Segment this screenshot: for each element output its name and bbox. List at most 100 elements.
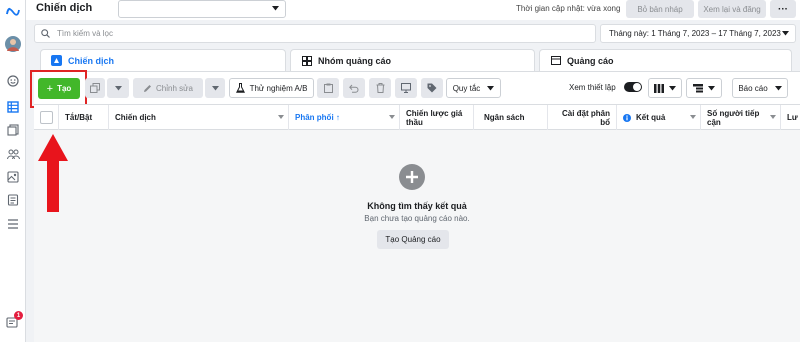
- column-header-label: Chiến dịch: [115, 113, 156, 122]
- search-filter-bar[interactable]: [34, 24, 596, 43]
- account-select[interactable]: [118, 0, 286, 18]
- select-all-checkbox[interactable]: [40, 111, 53, 124]
- undo-button[interactable]: [343, 78, 365, 98]
- column-header-label: Phân phối ↑: [295, 113, 340, 122]
- audiences-icon[interactable]: [5, 146, 21, 162]
- plus-icon: +: [46, 82, 54, 95]
- column-header-bid-strategy[interactable]: Chiến lược giá thầu: [400, 105, 474, 130]
- discard-drafts-button[interactable]: Bỏ bản nháp: [626, 0, 694, 18]
- clipboard-icon: [323, 83, 333, 93]
- column-header-impressions[interactable]: Lư: [781, 105, 800, 130]
- tag-button[interactable]: [421, 78, 443, 98]
- create-button-label: Tạo: [57, 84, 72, 93]
- columns-dropdown[interactable]: [648, 78, 682, 98]
- folder-icon: [51, 55, 62, 66]
- arrow-up-annotation-icon: [38, 134, 68, 212]
- view-setup-label: Xem thiết lập: [569, 83, 616, 92]
- tab-label: Nhóm quảng cáo: [318, 55, 392, 66]
- tab-ad-sets[interactable]: Nhóm quảng cáo: [290, 49, 535, 71]
- rules-label: Quy tắc: [452, 83, 481, 93]
- chevron-down-icon: [669, 85, 676, 90]
- ad-icon: [550, 55, 561, 66]
- table-body-empty: Không tìm thấy kết quả Bạn chưa tạo quản…: [34, 130, 800, 342]
- duplicate-dropdown-button[interactable]: [107, 78, 129, 98]
- duplicate-icon: [90, 83, 100, 93]
- page-title: Chiến dịch: [36, 2, 93, 14]
- column-header-reach[interactable]: Số người tiếp cận: [701, 105, 781, 130]
- column-header-budget[interactable]: Ngân sách: [474, 105, 548, 130]
- empty-state-title: Không tìm thấy kết quả: [367, 201, 467, 211]
- info-icon: [623, 113, 631, 122]
- tab-ads[interactable]: Quảng cáo: [539, 49, 792, 71]
- avatar[interactable]: [5, 36, 21, 52]
- tab-label: Quảng cáo: [567, 55, 614, 66]
- notification-badge: 1: [14, 311, 23, 320]
- toolbar: + Tạo Chỉnh sửa Thử nghiệm A/B Quy tắc X…: [30, 70, 800, 108]
- tab-campaigns[interactable]: Chiến dịch: [40, 49, 286, 71]
- search-input[interactable]: [57, 27, 577, 40]
- column-header-label: Lư: [787, 113, 798, 122]
- ads-manager: 1 Chiến dịch Thời gian cập nhật: vừa xon…: [0, 0, 800, 342]
- table-header: Tắt/Bật Chiến dịch Phân phối ↑ Chiến lượ…: [34, 104, 800, 130]
- column-header-delivery[interactable]: Phân phối ↑: [289, 105, 400, 130]
- grid-icon: [301, 55, 312, 66]
- column-header-label: Kết quả: [636, 113, 666, 122]
- breakdown-dropdown[interactable]: [686, 78, 722, 98]
- delete-button[interactable]: [369, 78, 391, 98]
- column-header-label: Số người tiếp cận: [707, 108, 760, 127]
- tab-label: Chiến dịch: [68, 55, 115, 66]
- column-header-toggle[interactable]: Tắt/Bật: [59, 105, 109, 130]
- column-header-results[interactable]: Kết quả: [617, 105, 701, 130]
- notifications-icon[interactable]: 1: [5, 311, 23, 330]
- chevron-down-icon: [272, 6, 279, 11]
- edit-button[interactable]: Chỉnh sửa: [133, 78, 203, 98]
- add-circle-icon: [399, 164, 425, 190]
- catalog-icon[interactable]: [5, 192, 21, 208]
- chevron-down-icon: [278, 115, 284, 119]
- meta-logo-icon[interactable]: [5, 3, 21, 19]
- smile-icon[interactable]: [5, 73, 21, 89]
- review-publish-button[interactable]: Xem lại và đăng: [698, 0, 766, 18]
- edit-button-label: Chỉnh sửa: [156, 83, 193, 93]
- chevron-down-icon: [774, 85, 782, 90]
- select-all-cell: [34, 105, 59, 130]
- date-range-label: Tháng này: 1 Tháng 7, 2023 – 17 Tháng 7,…: [609, 29, 781, 38]
- rules-dropdown[interactable]: Quy tắc: [446, 78, 501, 98]
- export-button[interactable]: [395, 78, 417, 98]
- chevron-down-icon: [487, 85, 495, 90]
- empty-state-subtitle: Bạn chưa tạo quảng cáo nào.: [364, 214, 470, 223]
- create-ad-button[interactable]: Tạo Quảng cáo: [377, 230, 449, 249]
- export-icon: [401, 83, 411, 93]
- campaigns-panel: + Tạo Chỉnh sửa Thử nghiệm A/B Quy tắc X…: [30, 70, 800, 342]
- column-header-label: Chiến lược giá thầu: [406, 108, 463, 127]
- media-library-icon[interactable]: [5, 169, 21, 185]
- column-header-campaign[interactable]: Chiến dịch: [109, 105, 289, 130]
- more-options-button[interactable]: ···: [770, 0, 796, 18]
- search-icon: [41, 29, 50, 38]
- menu-icon[interactable]: [5, 216, 21, 232]
- edit-dropdown-button[interactable]: [205, 78, 225, 98]
- campaigns-table-icon[interactable]: [5, 99, 21, 115]
- reports-dropdown[interactable]: Báo cáo: [732, 78, 788, 98]
- duplicate-button[interactable]: [85, 78, 105, 98]
- tag-icon: [427, 83, 437, 93]
- chevron-down-icon: [708, 85, 715, 90]
- pencil-icon: [144, 84, 152, 92]
- chevron-down-icon: [782, 31, 789, 36]
- view-setup-toggle[interactable]: [624, 82, 642, 92]
- chevron-down-icon: [389, 115, 395, 119]
- chevron-down-icon: [114, 85, 122, 90]
- chevron-down-icon: [211, 85, 219, 90]
- ab-test-button[interactable]: Thử nghiệm A/B: [229, 78, 314, 98]
- pages-icon[interactable]: [5, 122, 21, 138]
- column-header-label: Tắt/Bật: [65, 113, 93, 122]
- undo-icon: [349, 84, 359, 93]
- chevron-down-icon: [770, 115, 776, 119]
- create-button[interactable]: + Tạo: [38, 78, 80, 99]
- flask-icon: [235, 83, 245, 93]
- column-header-attribution[interactable]: Cài đặt phân bổ: [548, 105, 617, 130]
- left-navigation-rail: 1: [0, 0, 26, 342]
- column-header-label: Ngân sách: [484, 113, 525, 122]
- date-range-picker[interactable]: Tháng này: 1 Tháng 7, 2023 – 17 Tháng 7,…: [600, 24, 796, 43]
- clipboard-button[interactable]: [317, 78, 339, 98]
